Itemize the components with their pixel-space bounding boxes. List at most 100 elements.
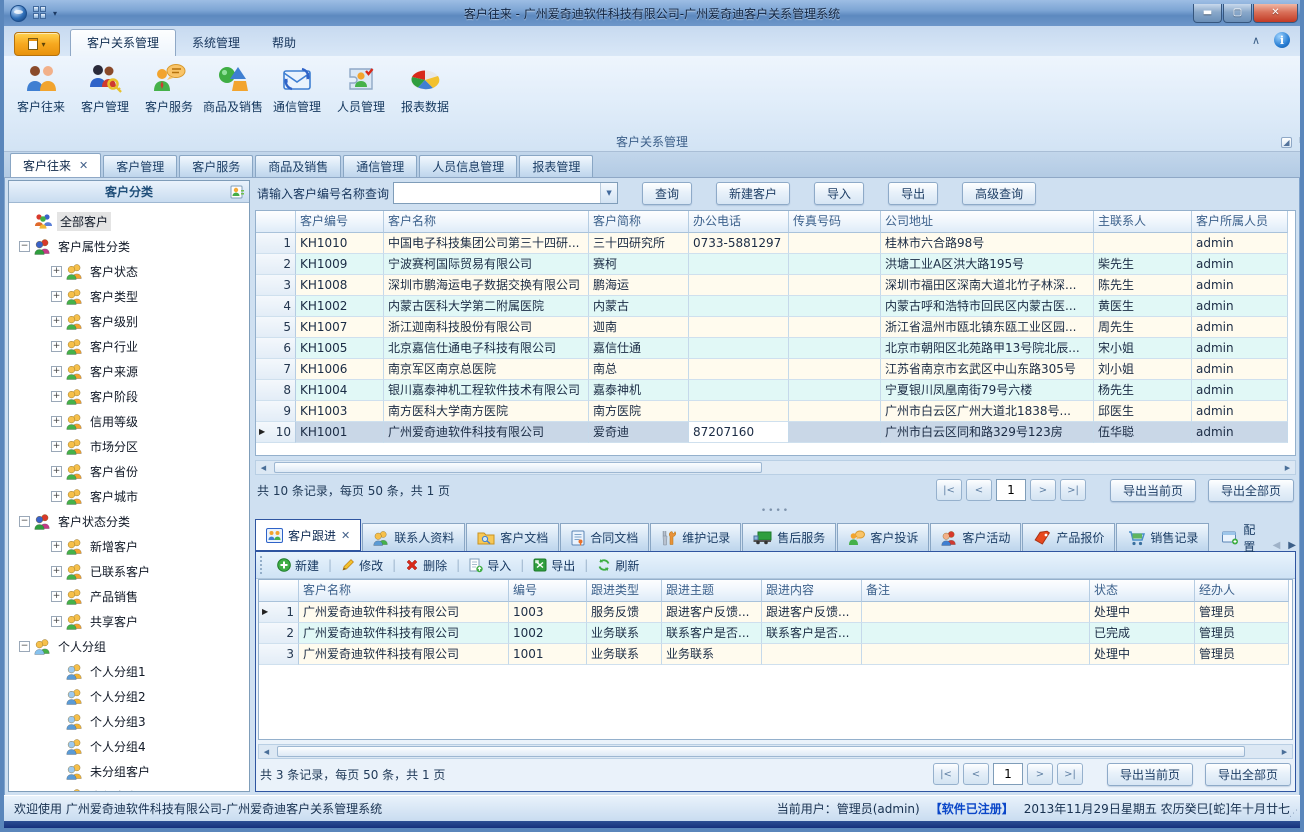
expand-icon[interactable]: +: [51, 541, 62, 552]
tree-item-全部客户[interactable]: 全部客户: [13, 209, 249, 234]
detail-tab-客户活动[interactable]: 客户活动: [930, 523, 1021, 551]
tree-item-客户状态[interactable]: +客户状态: [13, 259, 249, 284]
ribbon-tab-帮助[interactable]: 帮助: [256, 30, 312, 56]
doc-tab-客户往来[interactable]: 客户往来✕: [10, 153, 101, 177]
expand-icon[interactable]: +: [51, 291, 62, 302]
doc-tab-报表管理[interactable]: 报表管理: [519, 155, 593, 177]
tree-item-客户城市[interactable]: +客户城市: [13, 484, 249, 509]
scroll-right-icon[interactable]: ▶: [1280, 461, 1295, 474]
cell-办公电话[interactable]: 87207160: [689, 422, 789, 443]
query-button-新建客户[interactable]: 新建客户: [716, 182, 790, 205]
collapse-ribbon-icon[interactable]: ∧: [1252, 34, 1260, 47]
resize-grip-icon[interactable]: ⋰: [1289, 809, 1298, 819]
expand-icon[interactable]: +: [51, 566, 62, 577]
tree-item-客户来源[interactable]: +客户来源: [13, 359, 249, 384]
column-header-状态[interactable]: 状态: [1090, 580, 1195, 602]
detail-tab-销售记录[interactable]: 销售记录: [1116, 523, 1209, 551]
close-button[interactable]: ✕: [1253, 4, 1298, 23]
detail-tab-合同文档[interactable]: 合同文档: [560, 523, 649, 551]
tree-item-产品销售[interactable]: +产品销售: [13, 584, 249, 609]
collapse-icon[interactable]: −: [19, 241, 30, 252]
maximize-button[interactable]: ▢: [1223, 4, 1252, 23]
tree-item-客户属性分类[interactable]: −客户属性分类: [13, 234, 249, 259]
table-row[interactable]: 1KH1010中国电子科技集团公司第三十四研...三十四研究所0733-5881…: [256, 233, 1295, 254]
table-row[interactable]: 7KH1006南京军区南京总医院南总江苏省南京市玄武区中山东路305号刘小姐ad…: [256, 359, 1295, 380]
tree-item-信用等级[interactable]: +信用等级: [13, 409, 249, 434]
column-header-编号[interactable]: 编号: [509, 580, 587, 602]
toolbar-button-刷新[interactable]: 刷新: [591, 557, 645, 574]
tree-item-个人分组4[interactable]: 个人分组4: [13, 734, 249, 759]
table-row[interactable]: 5KH1007浙江迦南科技股份有限公司迦南浙江省温州市瓯北镇东瓯工业区园...周…: [256, 317, 1295, 338]
tree-item-全部客户[interactable]: 全部客户: [13, 784, 249, 791]
detail-tab-客户跟进[interactable]: 客户跟进✕: [255, 519, 361, 551]
column-header-客户名称[interactable]: 客户名称: [384, 211, 589, 233]
config-tab-button[interactable]: 配置: [1216, 525, 1270, 551]
tree-item-客户行业[interactable]: +客户行业: [13, 334, 249, 359]
table-row[interactable]: 10▶KH1001广州爱奇迪软件科技有限公司爱奇迪87207160广州市白云区同…: [256, 422, 1295, 443]
previous-page-button[interactable]: <: [966, 479, 992, 501]
tree-item-客户类型[interactable]: +客户类型: [13, 284, 249, 309]
doc-tab-人员信息管理[interactable]: 人员信息管理: [419, 155, 517, 177]
expand-icon[interactable]: +: [51, 591, 62, 602]
expand-icon[interactable]: +: [51, 341, 62, 352]
table-row[interactable]: 1▶广州爱奇迪软件科技有限公司1003服务反馈跟进客户反馈...跟进客户反馈..…: [259, 602, 1292, 623]
expand-icon[interactable]: +: [51, 316, 62, 327]
tree-item-市场分区[interactable]: +市场分区: [13, 434, 249, 459]
expand-icon[interactable]: +: [51, 366, 62, 377]
column-header-客户简称[interactable]: 客户简称: [589, 211, 689, 233]
column-header-客户编号[interactable]: 客户编号: [296, 211, 384, 233]
app-menu-button[interactable]: ▾: [14, 32, 60, 56]
column-header-跟进类型[interactable]: 跟进类型: [587, 580, 662, 602]
expand-icon[interactable]: +: [51, 466, 62, 477]
doc-tab-客户服务[interactable]: 客户服务: [179, 155, 253, 177]
next-page-button[interactable]: >: [1027, 763, 1053, 785]
table-row[interactable]: 3广州爱奇迪软件科技有限公司1001业务联系业务联系处理中管理员: [259, 644, 1292, 665]
collapse-icon[interactable]: −: [19, 516, 30, 527]
export-all-pages-button[interactable]: 导出全部页: [1205, 763, 1291, 786]
toolbar-button-新建[interactable]: 新建: [271, 557, 325, 574]
column-header-跟进主题[interactable]: 跟进主题: [662, 580, 762, 602]
followup-table-hscrollbar[interactable]: ◀ ▶: [258, 744, 1293, 759]
query-button-高级查询[interactable]: 高级查询: [962, 182, 1036, 205]
column-header-经办人[interactable]: 经办人: [1195, 580, 1289, 602]
last-page-button[interactable]: >|: [1057, 763, 1083, 785]
detail-tab-客户投诉[interactable]: 客户投诉: [837, 523, 929, 551]
query-button-查询[interactable]: 查询: [642, 182, 692, 205]
column-header-客户名称[interactable]: 客户名称: [299, 580, 509, 602]
ribbon-button-通信管理[interactable]: 通信管理: [266, 60, 328, 115]
table-row[interactable]: 8KH1004银川嘉泰神机工程软件技术有限公司嘉泰神机宁夏银川凤凰南街79号六楼…: [256, 380, 1295, 401]
table-row[interactable]: 4KH1002内蒙古医科大学第二附属医院内蒙古内蒙古呼和浩特市回民区内蒙古医..…: [256, 296, 1295, 317]
close-tab-icon[interactable]: ✕: [79, 159, 88, 172]
detail-tab-售后服务[interactable]: 售后服务: [742, 523, 836, 551]
ribbon-button-客户服务[interactable]: 客户服务: [138, 60, 200, 115]
doc-tab-客户管理[interactable]: 客户管理: [103, 155, 177, 177]
software-registered-link[interactable]: 【软件已注册】: [930, 800, 1014, 817]
toolbar-button-导出[interactable]: 导出: [527, 557, 581, 574]
quick-access-dropdown-icon[interactable]: ▾: [53, 9, 57, 18]
tree-item-个人分组[interactable]: −个人分组: [13, 634, 249, 659]
combobox-dropdown-icon[interactable]: ▼: [600, 183, 617, 203]
scroll-left-icon[interactable]: ◀: [256, 461, 271, 474]
column-header-备注[interactable]: 备注: [862, 580, 1090, 602]
column-header-客户所属人员[interactable]: 客户所属人员: [1192, 211, 1288, 233]
detail-tab-联系人资料[interactable]: 联系人资料: [362, 523, 465, 551]
last-page-button[interactable]: >|: [1060, 479, 1086, 501]
tree-item-新增客户[interactable]: +新增客户: [13, 534, 249, 559]
first-page-button[interactable]: |<: [936, 479, 962, 501]
category-manage-icon[interactable]: [230, 184, 245, 202]
toolbar-button-删除[interactable]: 删除: [399, 557, 453, 574]
customer-search-combobox[interactable]: ▼: [393, 182, 618, 204]
tree-item-已联系客户[interactable]: +已联系客户: [13, 559, 249, 584]
ribbon-button-人员管理[interactable]: 人员管理: [330, 60, 392, 115]
tab-scroll-right-icon[interactable]: ▶: [1288, 540, 1296, 551]
ribbon-button-报表数据[interactable]: 报表数据: [394, 60, 456, 115]
splitter-handle[interactable]: ••••: [255, 505, 1296, 517]
toolbar-button-修改[interactable]: 修改: [335, 557, 389, 574]
column-header-办公电话[interactable]: 办公电话: [689, 211, 789, 233]
detail-tab-维护记录[interactable]: 维护记录: [650, 523, 741, 551]
column-header-主联系人[interactable]: 主联系人: [1094, 211, 1192, 233]
previous-page-button[interactable]: <: [963, 763, 989, 785]
column-header-跟进内容[interactable]: 跟进内容: [762, 580, 862, 602]
tree-item-个人分组3[interactable]: 个人分组3: [13, 709, 249, 734]
export-all-pages-button[interactable]: 导出全部页: [1208, 479, 1294, 502]
